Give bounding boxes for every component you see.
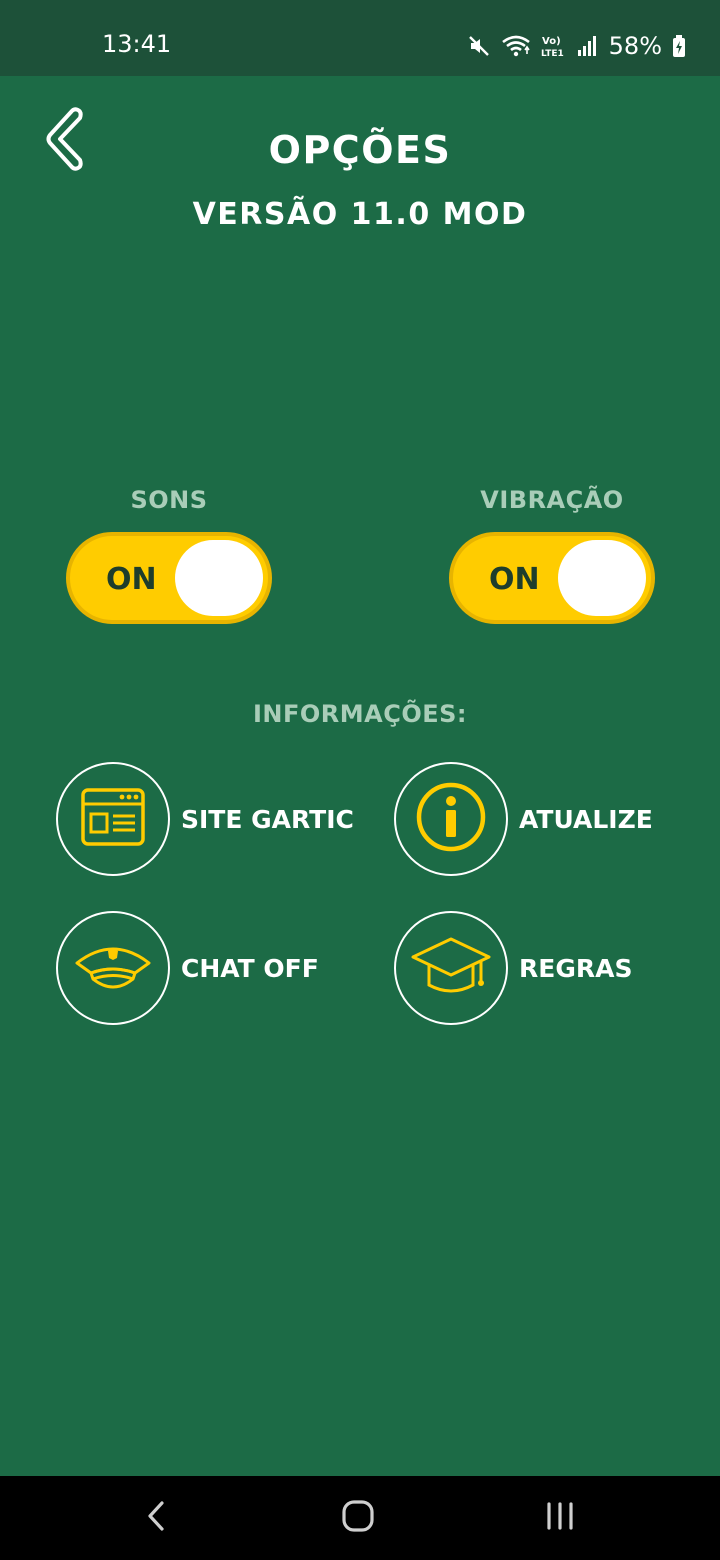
atualize-label: ATUALIZE xyxy=(519,804,653,834)
status-time: 13:41 xyxy=(102,30,172,58)
vibracao-label: VIBRAÇÃO xyxy=(480,486,624,514)
nav-home-button[interactable] xyxy=(308,1476,408,1560)
vibracao-toggle[interactable]: ON xyxy=(449,532,655,624)
sons-setting: SONS ON xyxy=(66,486,272,624)
regras-label: REGRAS xyxy=(519,953,633,983)
sons-toggle-knob xyxy=(175,540,263,616)
nav-back-button[interactable] xyxy=(106,1476,206,1560)
chat-off-label: CHAT OFF xyxy=(181,953,319,983)
police-cap-icon xyxy=(73,941,153,996)
site-gartic-button[interactable]: SITE GARTIC xyxy=(56,762,354,876)
website-icon xyxy=(80,787,146,852)
regras-button[interactable]: REGRAS xyxy=(394,911,632,1025)
sons-toggle[interactable]: ON xyxy=(66,532,272,624)
chat-off-button[interactable]: CHAT OFF xyxy=(56,911,319,1025)
battery-icon xyxy=(672,34,686,58)
mute-icon xyxy=(467,34,491,58)
chat-off-icon-circle xyxy=(56,911,170,1025)
regras-icon-circle xyxy=(394,911,508,1025)
graduation-cap-icon xyxy=(410,935,492,1002)
atualize-button[interactable]: ATUALIZE xyxy=(394,762,653,876)
site-gartic-icon-circle xyxy=(56,762,170,876)
signal-icon xyxy=(577,35,597,57)
site-gartic-label: SITE GARTIC xyxy=(181,804,354,834)
wifi-icon xyxy=(501,34,531,58)
battery-percent: 58% xyxy=(608,32,662,60)
status-icons: Vo) LTE1 58% xyxy=(467,28,686,64)
vibracao-setting: VIBRAÇÃO ON xyxy=(449,486,655,624)
sons-toggle-state: ON xyxy=(106,562,157,597)
vibracao-toggle-state: ON xyxy=(489,562,540,597)
svg-text:LTE1: LTE1 xyxy=(541,49,564,59)
info-section-title: INFORMAÇÕES: xyxy=(252,700,468,728)
status-bar: 13:41 Vo) LTE1 58% xyxy=(0,0,720,76)
nav-recent-icon xyxy=(544,1501,576,1536)
version-label: VERSÃO 11.0 MOD xyxy=(192,197,528,232)
atualize-icon-circle xyxy=(394,762,508,876)
info-icon xyxy=(415,781,487,858)
volte-icon: Vo) LTE1 xyxy=(541,33,567,59)
vibracao-toggle-knob xyxy=(558,540,646,616)
sons-label: SONS xyxy=(130,486,208,514)
nav-back-icon xyxy=(146,1500,166,1537)
page-title: OPÇÕES xyxy=(268,128,452,172)
system-nav-bar xyxy=(0,1476,720,1560)
nav-home-icon xyxy=(341,1499,375,1538)
svg-text:Vo): Vo) xyxy=(542,36,561,47)
nav-recent-apps-button[interactable] xyxy=(510,1476,610,1560)
